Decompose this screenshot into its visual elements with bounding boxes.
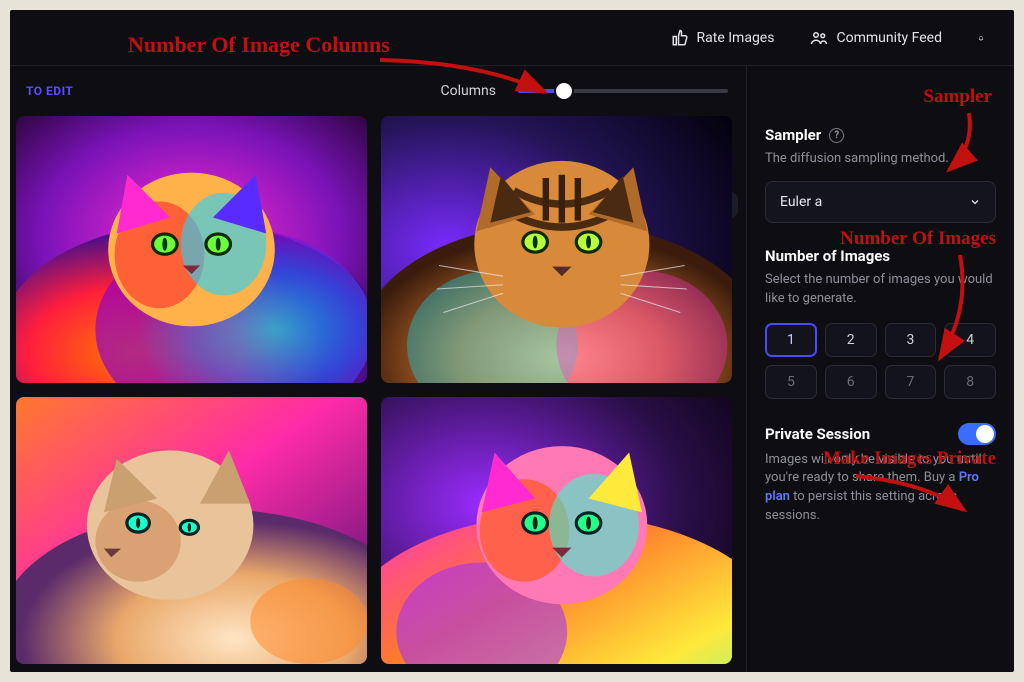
num-option-5[interactable]: 5 <box>765 365 817 399</box>
num-option-6[interactable]: 6 <box>825 365 877 399</box>
app-root: Rate Images Community Feed TO EDIT Colum… <box>10 10 1014 672</box>
to-edit-link[interactable]: TO EDIT <box>20 84 73 98</box>
private-desc: Images will only be visible to you until… <box>765 451 996 526</box>
sampler-title: Sampler <box>765 126 821 144</box>
columns-bar: TO EDIT Columns <box>10 66 738 110</box>
generated-image-2[interactable] <box>381 116 732 383</box>
rate-images-label: Rate Images <box>697 30 775 46</box>
num-option-2[interactable]: 2 <box>825 323 877 357</box>
sampler-desc: The diffusion sampling method. <box>765 150 996 169</box>
bell-icon <box>978 29 984 47</box>
private-title: Private Session <box>765 425 870 443</box>
topbar: Rate Images Community Feed <box>10 10 1014 66</box>
community-feed-button[interactable]: Community Feed <box>796 21 956 55</box>
gallery-column: TO EDIT Columns <box>10 66 746 672</box>
image-grid <box>10 110 738 664</box>
columns-label: Columns <box>441 83 496 99</box>
num-images-desc: Select the number of images you would li… <box>765 271 996 309</box>
settings-panel: Sampler ? The diffusion sampling method.… <box>746 66 1014 672</box>
thumbs-up-icon <box>671 29 689 47</box>
num-option-4[interactable]: 4 <box>944 323 996 357</box>
sampler-section: Sampler ? The diffusion sampling method.… <box>765 126 996 223</box>
chevron-down-icon <box>969 196 981 208</box>
num-option-1[interactable]: 1 <box>765 323 817 357</box>
private-session-toggle[interactable] <box>958 423 996 445</box>
rate-images-button[interactable]: Rate Images <box>657 21 789 55</box>
community-feed-label: Community Feed <box>836 30 942 46</box>
num-option-3[interactable]: 3 <box>885 323 937 357</box>
num-option-7[interactable]: 7 <box>885 365 937 399</box>
generated-image-4[interactable] <box>381 397 732 664</box>
generated-image-1[interactable] <box>16 116 367 383</box>
people-icon <box>810 29 828 47</box>
main-row: TO EDIT Columns <box>10 66 1014 672</box>
num-images-grid: 1 2 3 4 5 6 7 8 <box>765 323 996 399</box>
number-of-images-section: Number of Images Select the number of im… <box>765 247 996 399</box>
notifications-button[interactable] <box>964 21 998 55</box>
generated-image-3[interactable] <box>16 397 367 664</box>
columns-slider[interactable] <box>518 82 728 100</box>
info-icon[interactable]: ? <box>829 128 844 143</box>
sampler-select[interactable]: Euler a <box>765 181 996 223</box>
num-option-8[interactable]: 8 <box>944 365 996 399</box>
sampler-value: Euler a <box>780 194 822 210</box>
private-session-section: Private Session Images will only be visi… <box>765 423 996 526</box>
num-images-title: Number of Images <box>765 247 890 265</box>
